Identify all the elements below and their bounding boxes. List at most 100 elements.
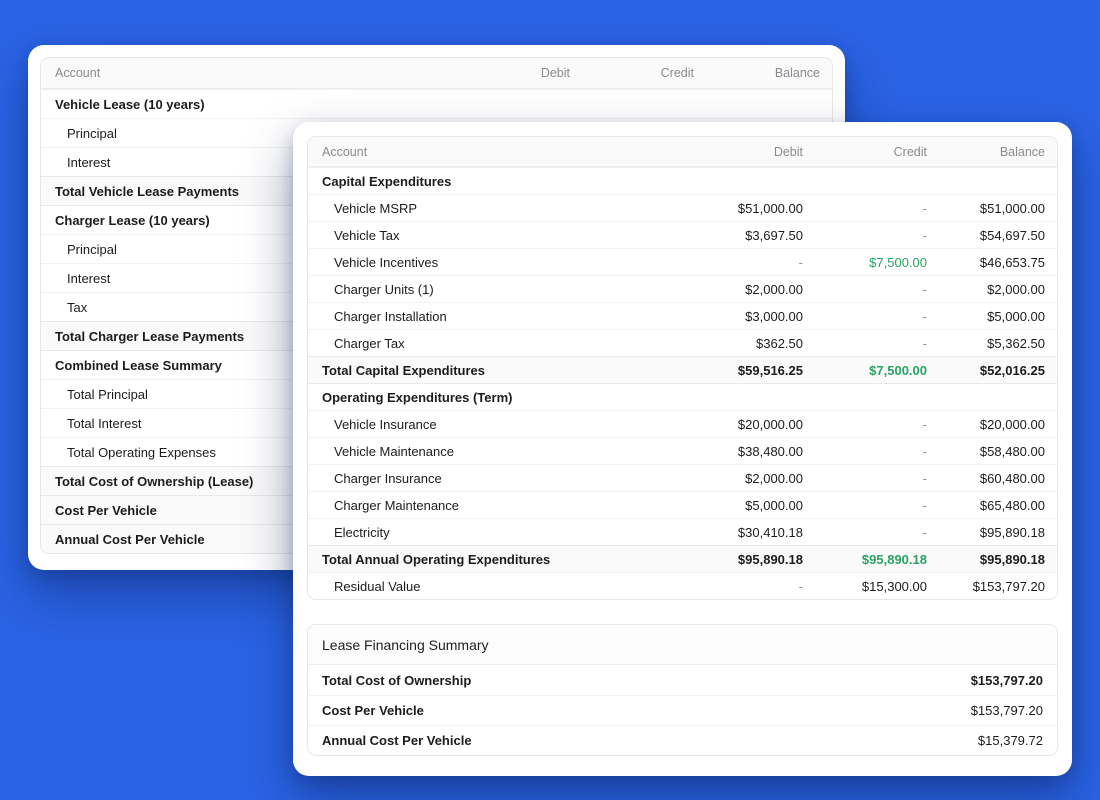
account-label: Charger Tax <box>334 336 405 351</box>
account-label: Principal <box>67 242 117 257</box>
balance-value: $58,480.00 <box>927 444 1057 459</box>
balance-value: $52,016.25 <box>927 363 1057 378</box>
credit-value: - <box>803 471 927 486</box>
table-header-row: Account Debit Credit Balance <box>308 137 1057 167</box>
account-label: Total Annual Operating Expenditures <box>322 552 550 567</box>
account-label: Capital Expenditures <box>322 174 451 189</box>
summary-value: $153,797.20 <box>971 703 1043 718</box>
table-row: Charger Installation $3,000.00 - $5,000.… <box>308 302 1057 329</box>
credit-value: - <box>803 498 927 513</box>
debit-value: $3,000.00 <box>673 309 803 324</box>
balance-value: $95,890.18 <box>927 525 1057 540</box>
summary-label: Cost Per Vehicle <box>322 703 424 718</box>
table-row: Charger Tax $362.50 - $5,362.50 <box>308 329 1057 356</box>
table-row: Total Capital Expenditures $59,516.25 $7… <box>308 356 1057 383</box>
desktop-background: { "colors": { "background": "#2a63e4", "… <box>0 0 1100 800</box>
debit-value: - <box>673 579 803 594</box>
credit-value: $95,890.18 <box>803 552 927 567</box>
account-label: Interest <box>67 271 110 286</box>
debit-value: $59,516.25 <box>673 363 803 378</box>
table-row: Residual Value - $15,300.00 $153,797.20 <box>308 572 1057 599</box>
debit-value: $38,480.00 <box>673 444 803 459</box>
debit-column-header: Debit <box>440 66 570 80</box>
account-label: Cost Per Vehicle <box>55 503 157 518</box>
balance-value: $5,000.00 <box>927 309 1057 324</box>
table-row: Vehicle MSRP $51,000.00 - $51,000.00 <box>308 194 1057 221</box>
debit-value: $5,000.00 <box>673 498 803 513</box>
debit-value: $2,000.00 <box>673 471 803 486</box>
account-label: Vehicle Incentives <box>334 255 438 270</box>
account-label: Charger Installation <box>334 309 447 324</box>
account-label: Total Principal <box>67 387 148 402</box>
table-body: Capital Expenditures Vehicle MSRP $51,00… <box>308 167 1057 599</box>
credit-value: - <box>803 201 927 216</box>
debit-value: $95,890.18 <box>673 552 803 567</box>
purchase-ledger-card: Account Debit Credit Balance Capital Exp… <box>293 122 1072 776</box>
debit-value: $51,000.00 <box>673 201 803 216</box>
lease-financing-summary: Lease Financing Summary Total Cost of Ow… <box>307 624 1058 756</box>
table-row: Charger Units (1) $2,000.00 - $2,000.00 <box>308 275 1057 302</box>
debit-value: $2,000.00 <box>673 282 803 297</box>
account-label: Interest <box>67 155 110 170</box>
credit-column-header: Credit <box>570 66 694 80</box>
balance-value: $95,890.18 <box>927 552 1057 567</box>
credit-value: - <box>803 336 927 351</box>
credit-value: - <box>803 282 927 297</box>
credit-value: - <box>803 309 927 324</box>
balance-value: $153,797.20 <box>927 579 1057 594</box>
account-label: Principal <box>67 126 117 141</box>
account-label: Total Operating Expenses <box>67 445 216 460</box>
table-row: Charger Insurance $2,000.00 - $60,480.00 <box>308 464 1057 491</box>
account-label: Charger Insurance <box>334 471 442 486</box>
balance-value: $51,000.00 <box>927 201 1057 216</box>
table-header-row: Account Debit Credit Balance <box>41 58 832 89</box>
account-label: Operating Expenditures (Term) <box>322 390 512 405</box>
balance-value: $20,000.00 <box>927 417 1057 432</box>
table-row: Charger Maintenance $5,000.00 - $65,480.… <box>308 491 1057 518</box>
debit-value: $20,000.00 <box>673 417 803 432</box>
debit-value: $362.50 <box>673 336 803 351</box>
balance-value: $2,000.00 <box>927 282 1057 297</box>
balance-value: $65,480.00 <box>927 498 1057 513</box>
credit-value: - <box>803 228 927 243</box>
account-label: Total Vehicle Lease Payments <box>55 184 239 199</box>
account-label: Annual Cost Per Vehicle <box>55 532 205 547</box>
account-label: Total Interest <box>67 416 141 431</box>
account-label: Total Cost of Ownership (Lease) <box>55 474 253 489</box>
account-label: Vehicle Lease (10 years) <box>55 97 205 112</box>
account-label: Vehicle Insurance <box>334 417 437 432</box>
debit-value: $3,697.50 <box>673 228 803 243</box>
summary-value: $153,797.20 <box>971 673 1043 688</box>
account-column-header: Account <box>41 66 440 80</box>
credit-value: - <box>803 525 927 540</box>
summary-label: Total Cost of Ownership <box>322 673 471 688</box>
account-label[interactable]: Vehicle Maintenance <box>334 444 454 459</box>
account-label: Residual Value <box>334 579 420 594</box>
summary-title: Lease Financing Summary <box>308 625 1057 665</box>
credit-column-header: Credit <box>803 145 927 159</box>
account-label: Tax <box>67 300 87 315</box>
expenditures-table: Account Debit Credit Balance Capital Exp… <box>307 136 1058 600</box>
table-row: Vehicle Maintenance $38,480.00 - $58,480… <box>308 437 1057 464</box>
table-row: Electricity $30,410.18 - $95,890.18 <box>308 518 1057 545</box>
credit-value: $15,300.00 <box>803 579 927 594</box>
balance-value: $5,362.50 <box>927 336 1057 351</box>
account-label[interactable]: Charger Maintenance <box>334 498 459 513</box>
summary-row: Cost Per Vehicle $153,797.20 <box>308 695 1057 725</box>
summary-row: Total Cost of Ownership $153,797.20 <box>308 665 1057 695</box>
credit-value: $7,500.00 <box>803 255 927 270</box>
balance-column-header: Balance <box>694 66 832 80</box>
balance-value: $46,653.75 <box>927 255 1057 270</box>
summary-body: Total Cost of Ownership $153,797.20 Cost… <box>308 665 1057 755</box>
summary-row: Annual Cost Per Vehicle $15,379.72 <box>308 725 1057 755</box>
table-row: Capital Expenditures <box>308 167 1057 194</box>
credit-value: $7,500.00 <box>803 363 927 378</box>
account-column-header: Account <box>308 145 673 159</box>
credit-value: - <box>803 444 927 459</box>
summary-label: Annual Cost Per Vehicle <box>322 733 472 748</box>
table-row: Total Annual Operating Expenditures $95,… <box>308 545 1057 572</box>
account-label: Electricity <box>334 525 390 540</box>
table-row: Vehicle Insurance $20,000.00 - $20,000.0… <box>308 410 1057 437</box>
table-row: Operating Expenditures (Term) <box>308 383 1057 410</box>
balance-value: $60,480.00 <box>927 471 1057 486</box>
